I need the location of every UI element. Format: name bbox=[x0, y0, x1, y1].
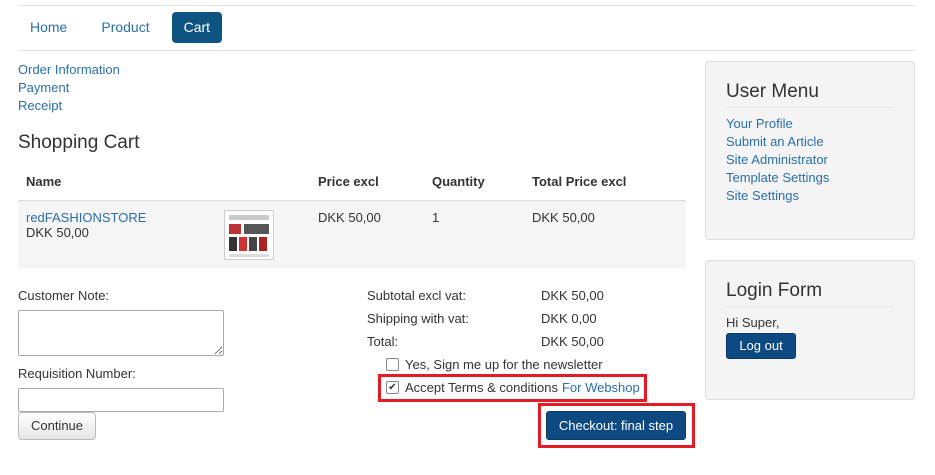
menu-item-template-settings[interactable]: Template Settings bbox=[726, 169, 894, 187]
nav-tab-product[interactable]: Product bbox=[89, 12, 161, 43]
cell-total-excl: DKK 50,00 bbox=[524, 200, 686, 269]
page-title: Shopping Cart bbox=[18, 132, 140, 153]
top-divider bbox=[18, 5, 915, 6]
column-header-total: Total Price excl bbox=[524, 164, 686, 201]
step-order-information[interactable]: Order Information bbox=[18, 61, 120, 79]
login-form-title: Login Form bbox=[726, 280, 894, 307]
newsletter-option: Yes, Sign me up for the newsletter bbox=[386, 357, 603, 372]
terms-label: Accept Terms & conditions bbox=[405, 380, 558, 395]
terms-checkbox[interactable]: ✔ bbox=[386, 381, 399, 394]
subtotal-value: DKK 50,00 bbox=[541, 288, 604, 303]
table-row: redFASHIONSTORE DKK 50,00 DKK 50,00 1 DK… bbox=[18, 200, 686, 269]
newsletter-label: Yes, Sign me up for the newsletter bbox=[405, 357, 603, 372]
product-name-link[interactable]: redFASHIONSTORE bbox=[26, 210, 146, 225]
requisition-number-input[interactable] bbox=[18, 388, 224, 412]
continue-button[interactable]: Continue bbox=[18, 412, 96, 440]
requisition-number-label: Requisition Number: bbox=[18, 366, 136, 381]
cart-table: Name Price excl Quantity Total Price exc… bbox=[18, 164, 686, 269]
menu-item-site-administrator[interactable]: Site Administrator bbox=[726, 151, 894, 169]
cell-product-name: redFASHIONSTORE DKK 50,00 bbox=[18, 200, 216, 269]
customer-note-textarea[interactable] bbox=[18, 310, 224, 356]
menu-item-site-settings[interactable]: Site Settings bbox=[726, 187, 894, 205]
table-header-row: Name Price excl Quantity Total Price exc… bbox=[18, 164, 686, 201]
step-receipt[interactable]: Receipt bbox=[18, 97, 120, 115]
product-thumbnail[interactable] bbox=[224, 209, 274, 260]
customer-note-label: Customer Note: bbox=[18, 288, 110, 303]
terms-link[interactable]: For Webshop bbox=[562, 380, 640, 395]
user-menu-title: User Menu bbox=[726, 81, 894, 108]
total-value: DKK 50,00 bbox=[541, 334, 604, 349]
newsletter-checkbox[interactable] bbox=[386, 358, 399, 371]
terms-option: ✔ Accept Terms & conditions For Webshop bbox=[386, 380, 640, 395]
total-label: Total: bbox=[367, 334, 399, 349]
shipping-label: Shipping with vat: bbox=[367, 311, 469, 326]
cell-product-image bbox=[216, 200, 310, 269]
menu-item-your-profile[interactable]: Your Profile bbox=[726, 115, 894, 133]
nav-tab-home[interactable]: Home bbox=[18, 12, 79, 43]
checkout-steps: Order Information Payment Receipt bbox=[18, 61, 120, 115]
user-menu-module: User Menu Your Profile Submit an Article… bbox=[705, 61, 915, 240]
logout-button[interactable]: Log out bbox=[726, 333, 796, 359]
column-header-price: Price excl bbox=[310, 164, 424, 201]
menu-item-submit-article[interactable]: Submit an Article bbox=[726, 133, 894, 151]
main-nav: Home Product Cart bbox=[18, 12, 223, 43]
nav-divider bbox=[18, 50, 915, 51]
login-form-module: Login Form Hi Super, Log out bbox=[705, 260, 915, 400]
subtotal-label: Subtotal excl vat: bbox=[367, 288, 466, 303]
login-greeting: Hi Super, bbox=[726, 315, 780, 330]
column-header-quantity: Quantity bbox=[424, 164, 524, 201]
cell-price-excl: DKK 50,00 bbox=[310, 200, 424, 269]
shipping-value: DKK 0,00 bbox=[541, 311, 597, 326]
nav-tab-cart[interactable]: Cart bbox=[171, 12, 223, 43]
cell-quantity: 1 bbox=[424, 200, 524, 269]
column-header-image bbox=[216, 164, 310, 201]
product-unit-price: DKK 50,00 bbox=[26, 224, 89, 240]
step-payment[interactable]: Payment bbox=[18, 79, 120, 97]
checkout-final-step-button[interactable]: Checkout: final step bbox=[546, 411, 686, 440]
column-header-name: Name bbox=[18, 164, 216, 201]
